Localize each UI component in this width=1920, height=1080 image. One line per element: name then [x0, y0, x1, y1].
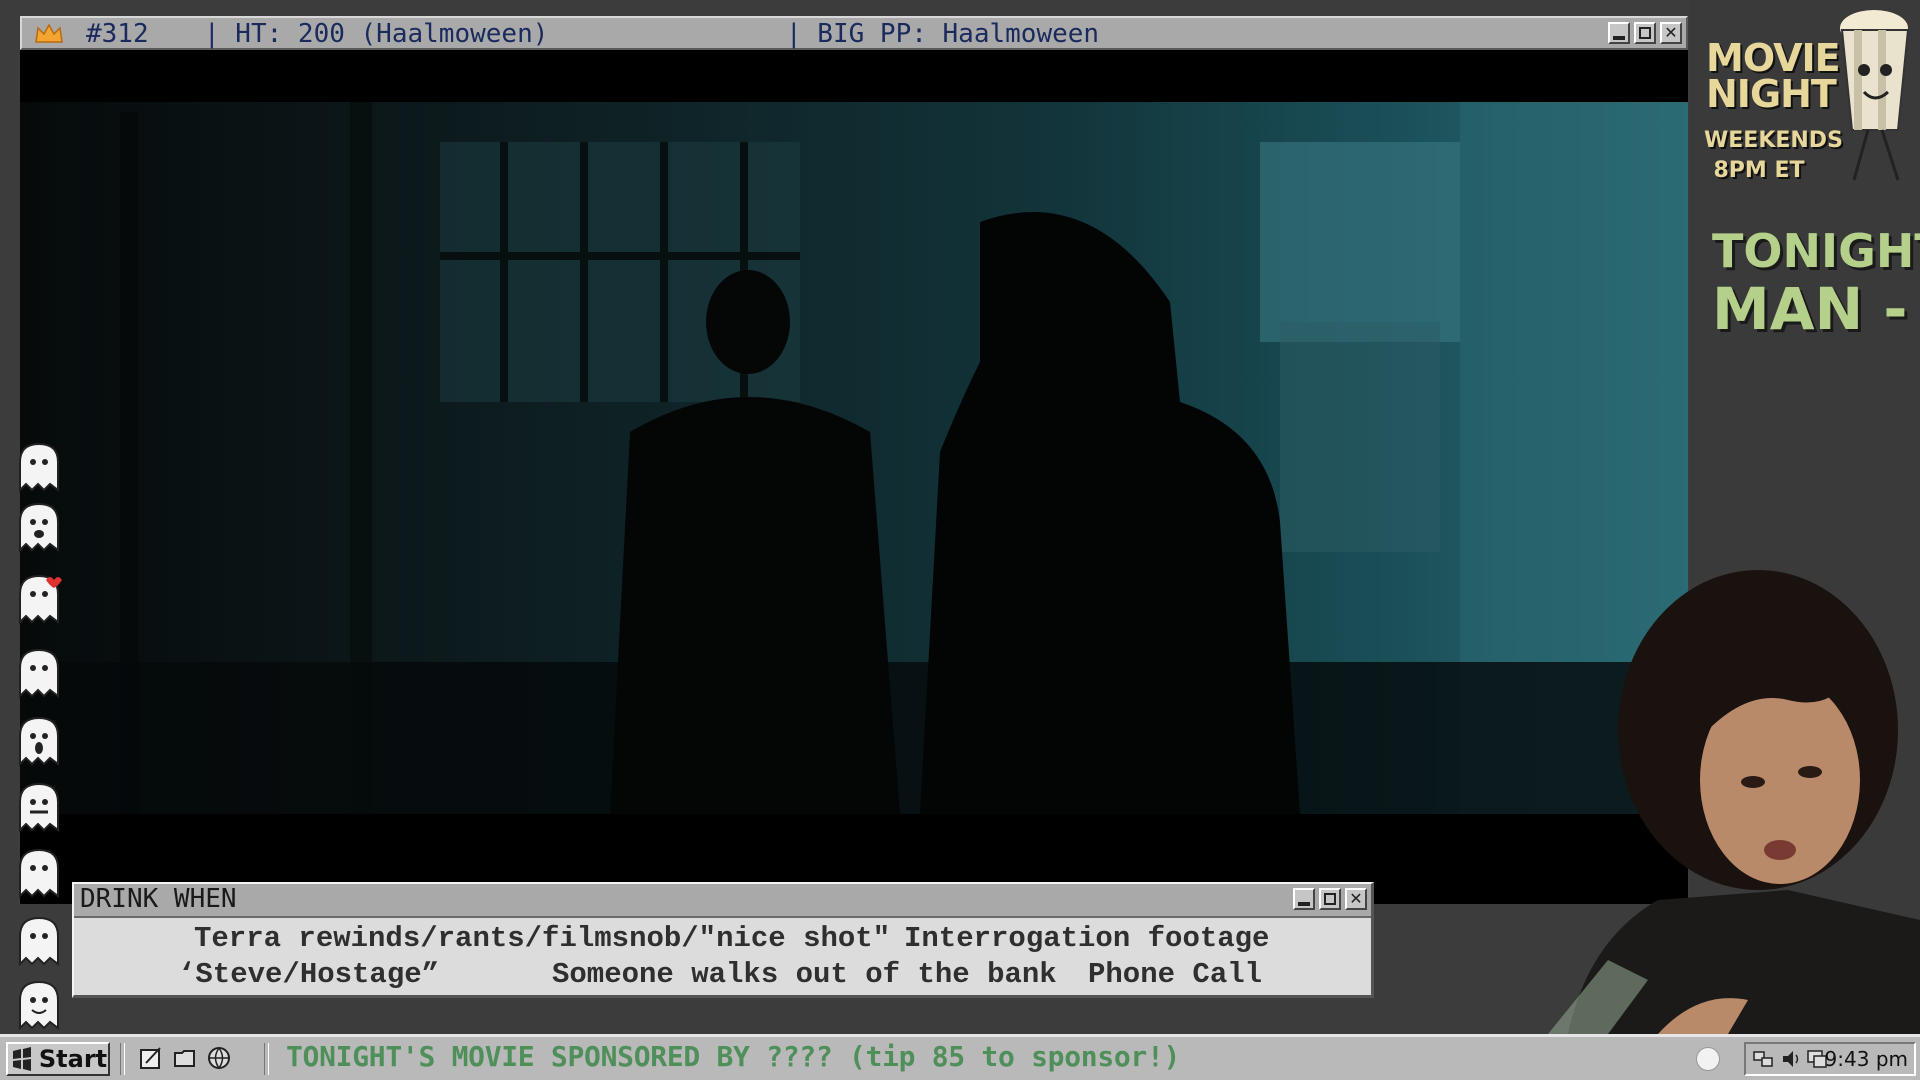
- taskbar-clock: 9:43 pm: [1824, 1047, 1908, 1071]
- big-pp-info: | BIG PP: Haalmoween: [786, 19, 1100, 49]
- window-controls: ✕: [1608, 22, 1682, 44]
- system-tray: 9:43 pm: [1744, 1042, 1916, 1076]
- volume-icon[interactable]: [1780, 1048, 1802, 1070]
- crown-icon: [35, 23, 63, 43]
- schedule-text: WEEKENDS 8PM ET: [1704, 126, 1843, 186]
- drink-rule: Phone Call: [1088, 958, 1263, 991]
- schedule-days: WEEKENDS: [1704, 128, 1843, 153]
- network-icon[interactable]: [1752, 1048, 1776, 1070]
- tonight-label: TONIGHT:: [1712, 224, 1920, 278]
- start-logo-icon: [12, 1047, 31, 1071]
- drink-rule: Interrogation footage: [904, 922, 1270, 955]
- drink-when-window: DRINK WHEN ✕ Terra rewinds/rants/filmsno…: [72, 882, 1374, 998]
- close-button[interactable]: ✕: [1345, 888, 1367, 910]
- taskbar-divider: [264, 1043, 269, 1075]
- minimize-button[interactable]: [1608, 22, 1630, 44]
- ghost-icon: [19, 782, 59, 833]
- start-label: Start: [38, 1045, 108, 1073]
- notepad-icon[interactable]: [138, 1045, 164, 1071]
- movie-night-logo: MOVIE NIGHT: [1706, 36, 1841, 116]
- popcorn-mascot-icon: [1840, 10, 1910, 181]
- main-window-titlebar[interactable]: #312 | HT: 200 (Haalmoween) | BIG PP: Ha…: [20, 16, 1688, 50]
- ghost-icon: [19, 848, 59, 899]
- hype-train-info: | HT: 200 (Haalmoween): [204, 19, 549, 49]
- drink-when-titlebar[interactable]: DRINK WHEN ✕: [74, 884, 1371, 918]
- ghost-icon: [19, 502, 59, 553]
- taskbar: Start TONIGHT'S MOVIE SPONSORED BY ???? …: [0, 1034, 1920, 1080]
- movie-video-player[interactable]: [20, 50, 1688, 904]
- streamer-webcam-image: [1548, 570, 1920, 1034]
- maximize-button[interactable]: [1319, 888, 1341, 910]
- tonight-movie-title: MAN - I: [1712, 275, 1920, 343]
- movie-scene-image: [20, 102, 1688, 814]
- movie-frame: [20, 102, 1688, 814]
- browser-icon[interactable]: [206, 1045, 232, 1071]
- ghost-with-heart-icon: [19, 574, 62, 625]
- close-button[interactable]: ✕: [1660, 22, 1682, 44]
- maximize-button[interactable]: [1634, 22, 1656, 44]
- ghost-icon: [19, 648, 59, 699]
- drink-rules-list: Terra rewinds/rants/filmsnob/"nice shot"…: [74, 918, 1371, 996]
- drink-rule: ‘Steve/Hostage”: [178, 958, 440, 991]
- status-light-icon: [1696, 1047, 1720, 1071]
- drink-window-controls: ✕: [1293, 888, 1367, 910]
- drink-when-title: DRINK WHEN: [80, 884, 237, 914]
- schedule-time: 8PM ET: [1713, 158, 1805, 183]
- webcam-feed: [1548, 560, 1920, 1034]
- ghost-icon: [19, 980, 59, 1031]
- ghost-icon: [19, 916, 59, 967]
- sponsor-marquee: TONIGHT'S MOVIE SPONSORED BY ???? (tip 8…: [286, 1040, 1181, 1073]
- minimize-button[interactable]: [1293, 888, 1315, 910]
- folder-icon[interactable]: [172, 1045, 198, 1071]
- ghost-icon: [19, 442, 59, 493]
- ghost-icon: [19, 716, 59, 767]
- start-button[interactable]: Start: [6, 1042, 110, 1076]
- drink-rule: Terra rewinds/rants/filmsnob/"nice shot": [194, 922, 891, 955]
- taskbar-divider: [120, 1043, 125, 1075]
- stream-counter: #312: [86, 19, 149, 49]
- drink-rule: Someone walks out of the bank: [552, 958, 1057, 991]
